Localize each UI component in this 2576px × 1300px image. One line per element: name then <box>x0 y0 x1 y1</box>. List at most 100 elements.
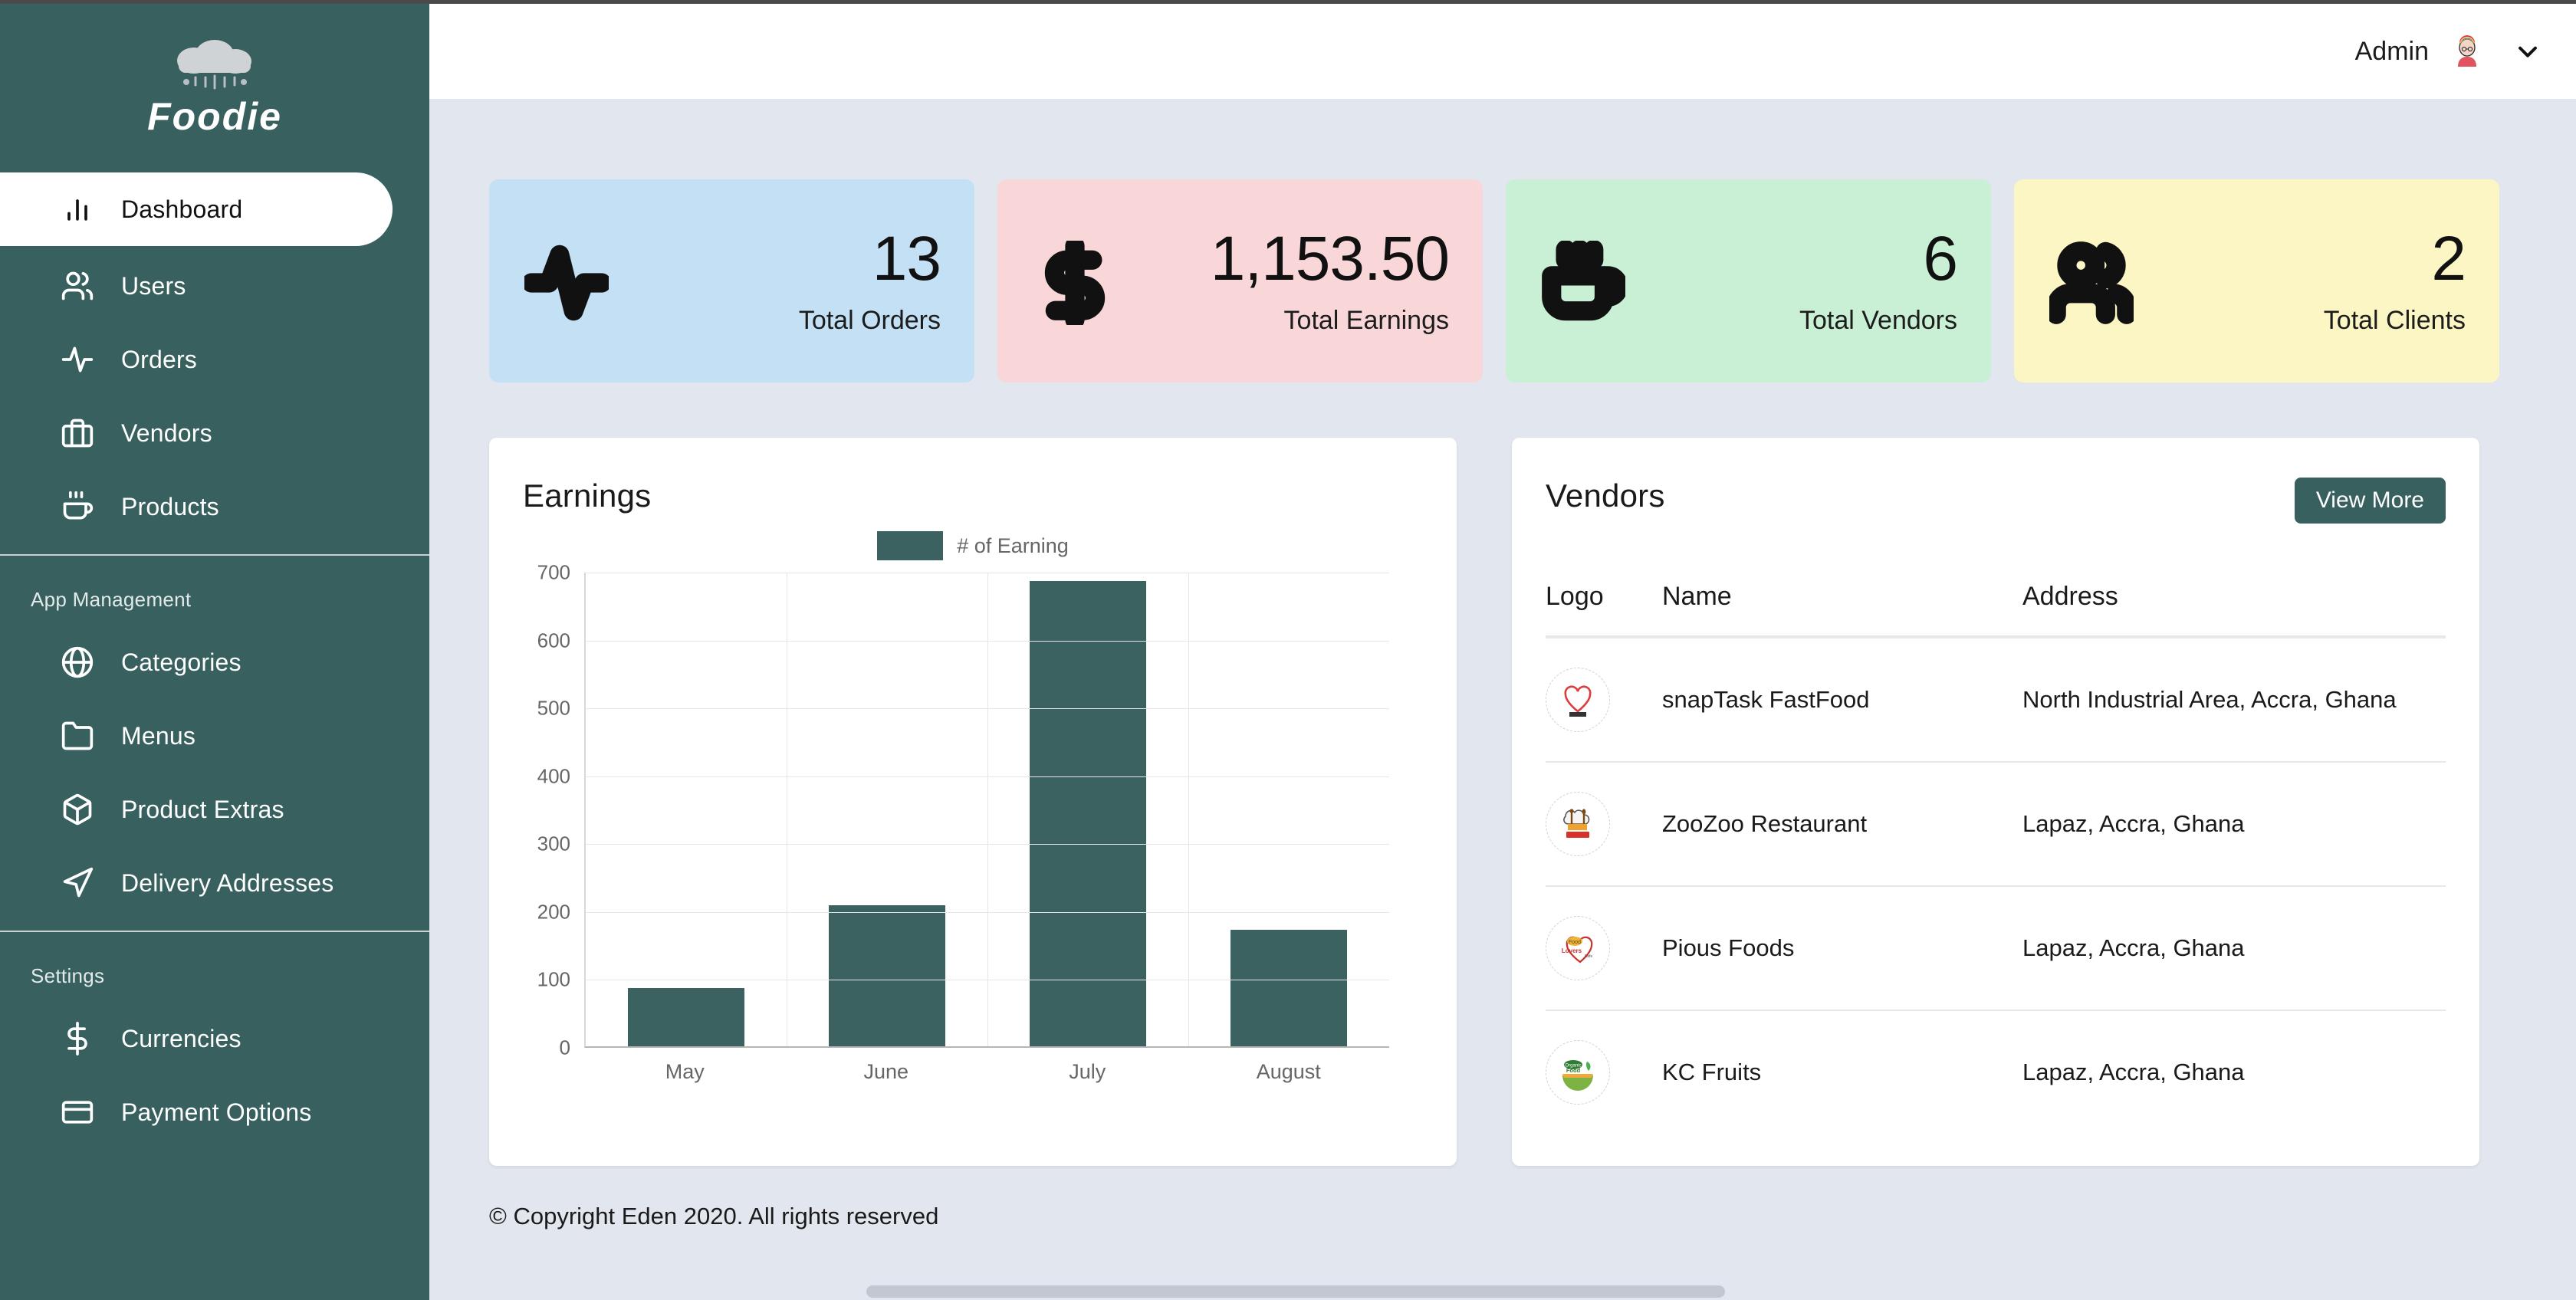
sidebar-item-currencies[interactable]: Currencies <box>0 1002 429 1075</box>
sidebar: Foodie Dashboard Users Orders Vendors Pr… <box>0 4 429 1300</box>
package-box-icon <box>60 792 95 827</box>
sidebar-item-users[interactable]: Users <box>0 249 429 323</box>
sidebar-settings-nav: Settings Currencies Payment Options <box>0 931 429 1160</box>
chart-x-tick: May <box>665 1060 705 1083</box>
heart-foodlover-logo-icon <box>1546 668 1610 732</box>
avatar[interactable] <box>2450 34 2484 68</box>
chevron-down-icon[interactable] <box>2515 38 2541 64</box>
chart-y-tick: 0 <box>559 1036 570 1059</box>
vendor-address: North Industrial Area, Accra, Ghana <box>2022 686 2397 713</box>
chart-bar-slot <box>987 573 1188 1046</box>
sidebar-item-dashboard[interactable]: Dashboard <box>0 172 393 246</box>
chart-y-tick: 300 <box>537 832 570 855</box>
chart-x-tick: June <box>863 1060 909 1083</box>
chart-bar[interactable] <box>829 904 945 1046</box>
chart-y-tick: 200 <box>537 900 570 924</box>
table-row[interactable]: Organic Food KC Fruits Lapaz, Accra, Gha… <box>1546 1009 2446 1134</box>
stat-value: 1,153.50 <box>1210 224 1450 294</box>
chart-bar-slot <box>1188 573 1389 1046</box>
svg-text:Cafe: Cafe <box>1585 954 1593 959</box>
vendor-address: Lapaz, Accra, Ghana <box>2022 1059 2245 1085</box>
sidebar-item-delivery-addresses[interactable]: Delivery Addresses <box>0 846 429 920</box>
stat-card-total-orders[interactable]: 13 Total Orders <box>489 179 974 382</box>
svg-text:Food: Food <box>1569 940 1581 945</box>
sidebar-item-label: Orders <box>121 345 197 373</box>
bar-chart-icon <box>60 192 95 227</box>
sidebar-app-management-nav: App Management Categories Menus Product … <box>0 554 429 931</box>
chart-legend: # of Earning <box>523 531 1423 560</box>
table-row[interactable]: Food Lovers Cafe Pious Foods Lapaz, Accr… <box>1546 885 2446 1009</box>
chart-bar[interactable] <box>1230 929 1347 1046</box>
legend-label: # of Earning <box>957 533 1069 557</box>
briefcase-icon <box>60 415 95 451</box>
users-icon <box>2049 241 2134 325</box>
chart-bar[interactable] <box>1030 581 1146 1046</box>
dollar-sign-icon <box>1033 240 1117 325</box>
sidebar-section-settings: Settings <box>31 964 105 987</box>
sidebar-item-product-extras[interactable]: Product Extras <box>0 773 429 846</box>
sidebar-item-categories[interactable]: Categories <box>0 625 429 699</box>
stat-label: Total Vendors <box>1799 305 1957 335</box>
brand-logo[interactable]: Foodie <box>0 4 429 172</box>
vendor-address: Lapaz, Accra, Ghana <box>2022 810 2245 837</box>
chart-gridline-vertical <box>1188 573 1189 1046</box>
vendor-name: snapTask FastFood <box>1662 686 1870 713</box>
coffee-cup-icon <box>1541 240 1625 325</box>
chart-y-tick: 600 <box>537 629 570 652</box>
vendor-logo-cell <box>1546 668 1662 732</box>
globe-icon <box>60 645 95 680</box>
table-row[interactable]: snapTask FastFood North Industrial Area,… <box>1546 637 2446 761</box>
sidebar-item-products[interactable]: Products <box>0 470 429 543</box>
earnings-bar-chart: 0 100 200 300 400 500 600 700 May June July August <box>523 561 1423 1094</box>
chart-y-tick: 700 <box>537 560 570 584</box>
svg-text:Food: Food <box>1566 1067 1581 1074</box>
folder-icon <box>60 718 95 753</box>
vendor-logo-cell <box>1546 792 1662 856</box>
sidebar-item-payment-options[interactable]: Payment Options <box>0 1075 429 1149</box>
chart-gridline-vertical <box>987 573 988 1046</box>
vendor-address: Lapaz, Accra, Ghana <box>2022 934 2245 961</box>
food-lovers-cafe-logo-icon: Food Lovers Cafe <box>1546 916 1610 980</box>
chart-y-tick: 400 <box>537 764 570 788</box>
chart-x-axis: May June July August <box>584 1060 1389 1084</box>
vendor-name: ZooZoo Restaurant <box>1662 810 1868 837</box>
earnings-panel: Earnings # of Earning 0 100 200 300 400 500 60… <box>489 438 1457 1166</box>
sidebar-item-label: Products <box>121 492 219 520</box>
chart-x-tick: August <box>1256 1060 1321 1083</box>
column-header-name: Name <box>1662 581 1732 611</box>
vendor-logo-cell: Food Lovers Cafe <box>1546 916 1662 980</box>
coffee-cup-icon <box>60 489 95 524</box>
sidebar-item-label: Currencies <box>121 1024 242 1052</box>
stat-cards-row: 13 Total Orders 1,153.50 Total Earnings … <box>429 99 2576 382</box>
chart-y-tick: 100 <box>537 967 570 991</box>
sidebar-item-menus[interactable]: Menus <box>0 699 429 773</box>
stat-card-total-clients[interactable]: 2 Total Clients <box>2014 179 2499 382</box>
stat-label: Total Clients <box>2323 305 2466 335</box>
sidebar-item-vendors[interactable]: Vendors <box>0 396 429 470</box>
chart-bar[interactable] <box>628 987 744 1046</box>
column-header-logo: Logo <box>1546 581 1604 611</box>
panels-row: Earnings # of Earning 0 100 200 300 400 500 60… <box>429 382 2576 1166</box>
chart-x-tick: July <box>1069 1060 1106 1083</box>
cloud-rain-logo-icon <box>165 38 264 97</box>
stat-card-total-vendors[interactable]: 6 Total Vendors <box>1506 179 1991 382</box>
top-header: Admin <box>429 4 2576 99</box>
horizontal-scrollbar-thumb[interactable] <box>866 1285 1725 1298</box>
main-content: 13 Total Orders 1,153.50 Total Earnings … <box>429 99 2576 1300</box>
window-top-strip <box>0 0 2576 4</box>
stat-card-total-earnings[interactable]: 1,153.50 Total Earnings <box>997 179 1483 382</box>
horizontal-scrollbar[interactable] <box>429 1283 2576 1300</box>
activity-pulse-icon <box>524 241 609 325</box>
stat-label: Total Orders <box>798 305 941 335</box>
sidebar-item-orders[interactable]: Orders <box>0 323 429 396</box>
table-header-row: Logo Name Address <box>1546 557 2446 637</box>
view-more-button[interactable]: View More <box>2294 478 2446 524</box>
table-row[interactable]: ZooZoo Restaurant Lapaz, Accra, Ghana <box>1546 761 2446 885</box>
footer-copyright: © Copyright Eden 2020. All rights reserv… <box>489 1203 939 1229</box>
send-navigation-icon <box>60 865 95 901</box>
chart-plot-area <box>584 573 1389 1048</box>
sidebar-item-label: Categories <box>121 648 242 676</box>
activity-pulse-icon <box>60 342 95 377</box>
organic-food-logo-icon: Organic Food <box>1546 1040 1610 1105</box>
column-header-address: Address <box>2022 581 2118 611</box>
